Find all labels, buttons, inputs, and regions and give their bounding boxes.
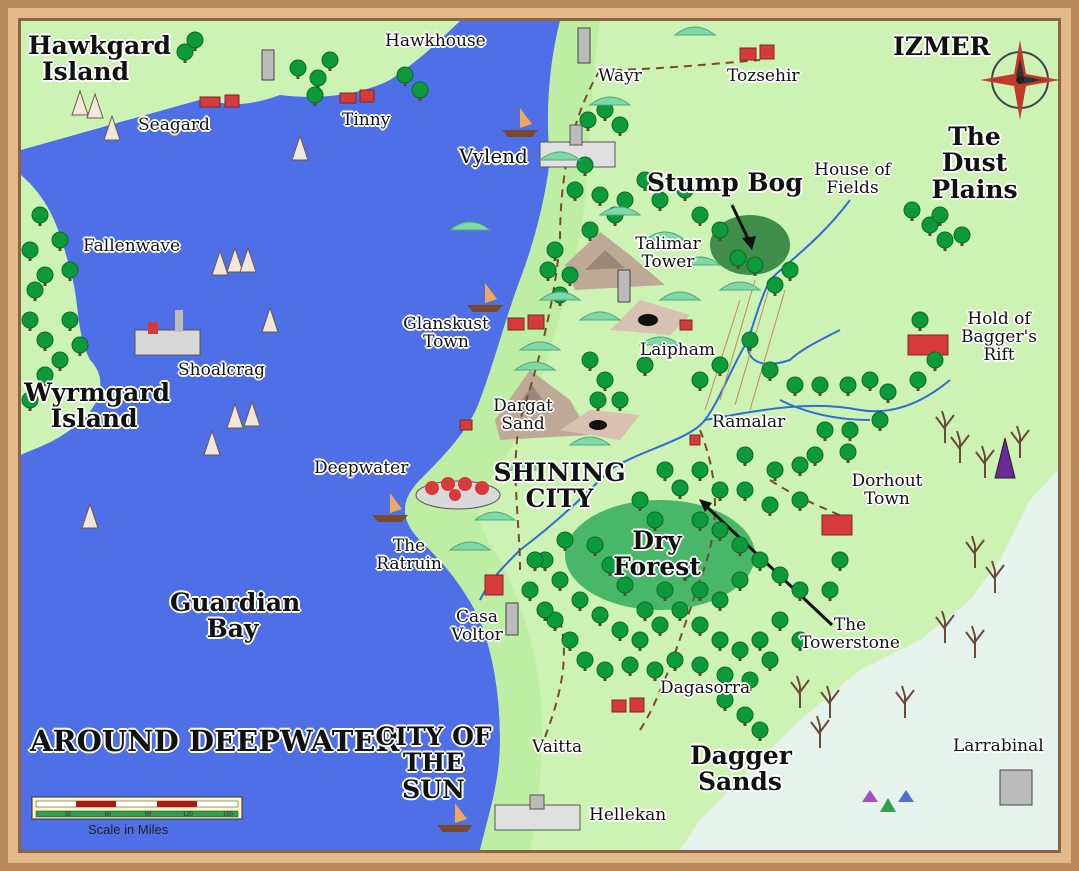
place-hold-of-baggers-rift: Hold of Bagger's Rift bbox=[961, 309, 1037, 365]
scale-tick-label: 120 bbox=[183, 812, 194, 818]
region-dry-forest: Dry Forest bbox=[613, 526, 701, 582]
place-deepwater: Deepwater bbox=[314, 458, 409, 478]
place-tinny: Tinny bbox=[342, 110, 391, 130]
region-dust-plains: The Dust Plains bbox=[931, 122, 1018, 204]
place-laipham: Laipham bbox=[640, 340, 715, 360]
scale-bar bbox=[31, 796, 243, 820]
place-ramalar: Ramalar bbox=[712, 412, 786, 432]
place-the-towerstone: The Towerstone bbox=[800, 615, 900, 653]
region-stump-bog: Stump Bog bbox=[647, 168, 803, 197]
place-talimar-tower: Talimar Tower bbox=[635, 234, 701, 272]
place-wayr: Wayr bbox=[598, 66, 642, 86]
region-guardian-bay: Guardian Bay bbox=[170, 588, 301, 644]
region-city-of-the-sun: CITY OF THE SUN bbox=[375, 722, 492, 804]
scale-caption: Scale in Miles bbox=[88, 822, 169, 837]
scale-tick-label: 30 bbox=[65, 812, 72, 818]
map-title: AROUND DEEPWATER bbox=[30, 724, 400, 758]
scale-tick-label: 60 bbox=[105, 812, 112, 818]
place-the-ratruin: The Ratruin bbox=[376, 536, 442, 574]
place-seagard: Seagard bbox=[138, 115, 210, 135]
region-shining-city: SHINING CITY bbox=[493, 458, 626, 514]
scale-tick-label: 150 bbox=[223, 812, 234, 818]
region-izmer: IZMER bbox=[893, 32, 991, 61]
place-vaitta: Vaitta bbox=[532, 737, 583, 757]
place-vylend: Vylend bbox=[459, 144, 528, 168]
place-tozsehir: Tozsehir bbox=[727, 66, 800, 86]
place-dargat-sand: Dargat Sand bbox=[493, 396, 553, 434]
place-glanskust-town: Glanskust Town bbox=[403, 314, 489, 352]
region-dagger-sands: Dagger Sands bbox=[690, 741, 792, 797]
place-dagasorra: Dagasorra bbox=[660, 678, 751, 698]
place-hellekan: Hellekan bbox=[589, 805, 667, 825]
place-larrabinal: Larrabinal bbox=[953, 736, 1044, 756]
scale-tick-label: 90 bbox=[145, 812, 152, 818]
place-dorhout-town: Dorhout Town bbox=[851, 471, 923, 509]
place-fallenwave: Fallenwave bbox=[83, 236, 181, 256]
region-wyrmgard-island: Wyrmgard Island bbox=[24, 378, 171, 434]
place-hawkhouse: Hawkhouse bbox=[385, 31, 486, 51]
place-casa-voltor: Casa Voltor bbox=[451, 607, 503, 645]
place-shoalcrag: Shoalcrag bbox=[178, 360, 266, 380]
place-house-of-fields: House of Fields bbox=[814, 160, 891, 198]
map: 30 60 90 120 150 AROUND DEEPWATER Scale in M… bbox=[0, 0, 1079, 871]
region-hawkgard-island: Hawkgard Island bbox=[28, 31, 171, 87]
